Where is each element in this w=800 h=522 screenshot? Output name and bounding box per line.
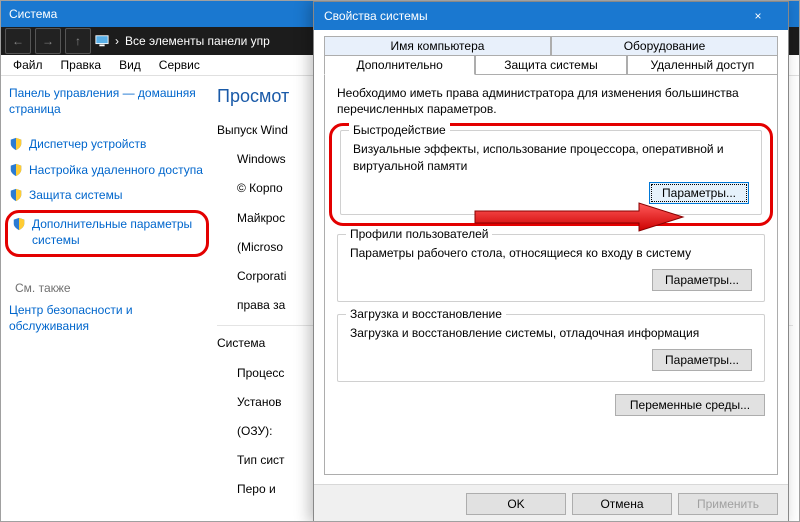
shield-icon <box>9 188 23 202</box>
highlight-advanced-system: Дополнительные параметры системы <box>5 210 209 257</box>
performance-legend: Быстродействие <box>349 123 450 137</box>
screenshot-root: { "sysWindow": { "title": "Система", "br… <box>0 0 800 522</box>
performance-desc: Визуальные эффекты, использование процес… <box>353 141 749 173</box>
dialog-title: Свойства системы <box>324 9 738 23</box>
performance-group: Быстродействие Визуальные эффекты, испол… <box>340 130 762 214</box>
highlight-performance-group: Быстродействие Визуальные эффекты, испол… <box>329 123 773 225</box>
system-properties-dialog: Свойства системы × Имя компьютера Оборуд… <box>313 1 789 522</box>
startup-legend: Загрузка и восстановление <box>346 307 506 321</box>
profiles-group: Профили пользователей Параметры рабочего… <box>337 234 765 302</box>
startup-desc: Загрузка и восстановление системы, отлад… <box>350 325 752 341</box>
performance-settings-button[interactable]: Параметры... <box>649 182 749 204</box>
tab-advanced[interactable]: Дополнительно <box>324 55 475 75</box>
sidebar-item-label: Настройка удаленного доступа <box>29 163 203 179</box>
nav-up-button[interactable]: ↑ <box>65 28 91 54</box>
sidebar-item-label: Диспетчер устройств <box>29 137 146 153</box>
tab-remote[interactable]: Удаленный доступ <box>627 55 778 75</box>
sidebar-item-advanced-system[interactable]: Дополнительные параметры системы <box>12 217 200 248</box>
shield-icon <box>9 137 23 151</box>
nav-back-button[interactable]: ← <box>5 28 31 54</box>
sidebar-item-label: Защита системы <box>29 188 122 204</box>
sidebar-item-label: Дополнительные параметры системы <box>32 217 200 248</box>
startup-group: Загрузка и восстановление Загрузка и вос… <box>337 314 765 382</box>
dialog-footer: OK Отмена Применить <box>314 484 788 522</box>
environment-variables-button[interactable]: Переменные среды... <box>615 394 765 416</box>
tab-hardware[interactable]: Оборудование <box>551 36 778 55</box>
dialog-titlebar: Свойства системы × <box>314 2 788 30</box>
menu-file[interactable]: Файл <box>5 57 51 73</box>
cancel-button[interactable]: Отмена <box>572 493 672 515</box>
admin-intro-text: Необходимо иметь права администратора дл… <box>337 85 765 117</box>
dialog-close-button[interactable]: × <box>738 2 778 30</box>
sidebar-item-remote[interactable]: Настройка удаленного доступа <box>9 163 203 179</box>
monitor-icon <box>95 34 109 48</box>
apply-button[interactable]: Применить <box>678 493 778 515</box>
shield-icon <box>9 163 23 177</box>
sidebar-home-label: Панель управления — домашняя страница <box>9 86 203 117</box>
sidebar: Панель управления — домашняя страница Ди… <box>1 76 211 522</box>
tab-page-advanced: Необходимо иметь права администратора дл… <box>324 75 778 475</box>
shield-icon <box>12 217 26 231</box>
sidebar-see-also-label: Центр безопасности и обслуживания <box>9 303 203 334</box>
profiles-desc: Параметры рабочего стола, относящиеся ко… <box>350 245 752 261</box>
menu-edit[interactable]: Правка <box>53 57 110 73</box>
sidebar-see-also-link[interactable]: Центр безопасности и обслуживания <box>9 303 203 334</box>
profiles-legend: Профили пользователей <box>346 227 492 241</box>
see-also-header: См. также <box>15 281 203 295</box>
tab-computer-name[interactable]: Имя компьютера <box>324 36 551 55</box>
nav-forward-button[interactable]: → <box>35 28 61 54</box>
breadcrumb-text: Все элементы панели упр <box>125 34 270 48</box>
ok-button[interactable]: OK <box>466 493 566 515</box>
dialog-tabs: Имя компьютера Оборудование Дополнительн… <box>324 36 778 75</box>
sidebar-item-protection[interactable]: Защита системы <box>9 188 203 204</box>
breadcrumb[interactable]: › Все элементы панели упр <box>95 34 270 48</box>
sidebar-item-device-manager[interactable]: Диспетчер устройств <box>9 137 203 153</box>
menu-tools[interactable]: Сервис <box>151 57 208 73</box>
profiles-settings-button[interactable]: Параметры... <box>652 269 752 291</box>
menu-view[interactable]: Вид <box>111 57 149 73</box>
sidebar-home-link[interactable]: Панель управления — домашняя страница <box>9 86 203 117</box>
tab-protection[interactable]: Защита системы <box>475 55 626 75</box>
startup-settings-button[interactable]: Параметры... <box>652 349 752 371</box>
